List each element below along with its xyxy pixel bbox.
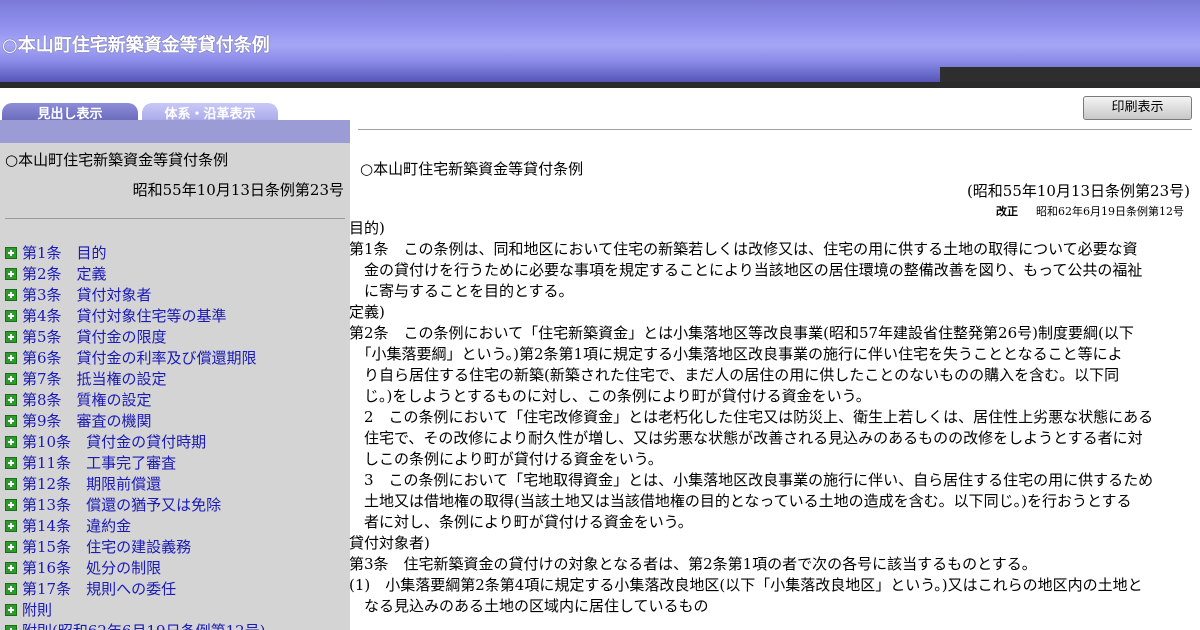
toc-item[interactable]: 附則(昭和62年6月19日条例第12号)	[5, 620, 266, 630]
toc-link[interactable]: 第16条 処分の制限	[22, 557, 161, 578]
toc-link[interactable]: 第17条 規則への委任	[22, 578, 176, 599]
toc-item[interactable]: 第12条 期限前償還	[5, 473, 266, 494]
revision-line: 改正 昭和62年6月19日条例第12号	[996, 203, 1184, 219]
toc-item[interactable]: 第2条 定義	[5, 263, 266, 284]
expand-plus-icon[interactable]	[5, 561, 17, 574]
toc-item[interactable]: 第9条 審査の機関	[5, 410, 266, 431]
toc-item[interactable]: 第3条 貸付対象者	[5, 284, 266, 305]
toc-item[interactable]: 第15条 住宅の建設義務	[5, 536, 266, 557]
body-line: なる見込みのある土地の区域内に居住しているもの	[349, 597, 709, 615]
revision-text: 昭和62年6月19日条例第12号	[1036, 205, 1184, 218]
body-line: 「小集落要綱」という。)第2条第1項に規定する小集落地区改良事業の施行に伴い住宅…	[349, 345, 1123, 363]
ordinance-body: 目的) 第1条 この条例は、同和地区において住宅の新築若しくは改修又は、住宅の用に…	[349, 218, 1194, 630]
toc-link[interactable]: 第13条 償還の猶予又は免除	[22, 494, 221, 515]
content-date: (昭和55年10月13日条例第23号)	[966, 182, 1190, 200]
body-line: に寄与することを目的とする。	[349, 282, 574, 300]
toc-link[interactable]: 第1条 目的	[22, 242, 107, 263]
expand-plus-icon[interactable]	[5, 393, 17, 406]
body-line: 土地又は借地権の取得(当該土地又は当該借地権の目的となっている土地の造成を含む。…	[349, 492, 1132, 510]
toc-link[interactable]: 第6条 貸付金の利率及び償還期限	[22, 347, 257, 368]
expand-plus-icon[interactable]	[5, 351, 17, 364]
header-title: ○本山町住宅新築資金等貸付条例	[2, 35, 270, 56]
toc-item[interactable]: 第8条 質権の設定	[5, 389, 266, 410]
body-line: 金の貸付けを行うために必要な事項を規定することにより当該地区の居住環境の整備改善…	[349, 261, 1143, 279]
body-line: 者に対し、条例により町が貸付ける資金をいう。	[349, 513, 693, 531]
print-button[interactable]: 印刷表示	[1083, 96, 1192, 120]
left-divider	[5, 218, 345, 219]
left-doc-date: 昭和55年10月13日条例第23号	[132, 181, 344, 199]
toc-item[interactable]: 第1条 目的	[5, 242, 266, 263]
expand-plus-icon[interactable]	[5, 435, 17, 448]
expand-plus-icon[interactable]	[5, 477, 17, 490]
revision-label: 改正	[996, 205, 1018, 218]
toc-link[interactable]: 第5条 貸付金の限度	[22, 326, 167, 347]
left-pane: 見出し表示 体系・沿革表示 ○本山町住宅新築資金等貸付条例 昭和55年10月13…	[0, 88, 350, 630]
toc-item[interactable]: 第13条 償還の猶予又は免除	[5, 494, 266, 515]
expand-plus-icon[interactable]	[5, 498, 17, 511]
body-line: 2 この条例において「住宅改修資金」とは老朽化した住宅又は防災上、衛生上若しくは…	[349, 408, 1154, 426]
expand-plus-icon[interactable]	[5, 372, 17, 385]
page-header: ○本山町住宅新築資金等貸付条例	[0, 0, 1200, 82]
expand-plus-icon[interactable]	[5, 540, 17, 553]
body-line: 第3条 住宅新築資金の貸付けの対象となる者は、第2条第1項の者で次の各号に該当す…	[349, 555, 1037, 573]
toc-link[interactable]: 第15条 住宅の建設義務	[22, 536, 191, 557]
content-title: ○本山町住宅新築資金等貸付条例	[360, 160, 584, 178]
toc-item[interactable]: 第10条 貸付金の貸付時期	[5, 431, 266, 452]
toc-link[interactable]: 第7条 抵当権の設定	[22, 368, 167, 389]
toc-link[interactable]: 第3条 貸付対象者	[22, 284, 152, 305]
body-line: 3 この条例において「宅地取得資金」とは、小集落地区改良事業の施行に伴い、自ら居…	[349, 471, 1154, 489]
toc-item[interactable]: 第7条 抵当権の設定	[5, 368, 266, 389]
toc-link[interactable]: 第8条 質権の設定	[22, 389, 152, 410]
toc-link[interactable]: 附則	[22, 599, 52, 620]
toc-link[interactable]: 第14条 違約金	[22, 515, 131, 536]
body-line: 貸付対象者)	[349, 534, 430, 552]
expand-plus-icon[interactable]	[5, 414, 17, 427]
toc-item[interactable]: 第14条 違約金	[5, 515, 266, 536]
body-line: しこの条例により町が貸付ける資金をいう。	[349, 450, 663, 468]
toc-list: 第1条 目的 第2条 定義 第3条 貸付対象者 第4条 貸付対象住宅等の基準 第5条 貸…	[5, 242, 266, 630]
body-line: 定義)	[349, 303, 385, 321]
expand-plus-icon[interactable]	[5, 624, 17, 630]
body-line: り自ら居住する住宅の新築(新築された住宅で、まだ人の居住の用に供したことのないも…	[349, 366, 1120, 384]
expand-plus-icon[interactable]	[5, 330, 17, 343]
tab-underline-band	[0, 120, 350, 143]
expand-plus-icon[interactable]	[5, 246, 17, 259]
expand-plus-icon[interactable]	[5, 456, 17, 469]
body-line: 第2条 この条例において「住宅新築資金」とは小集落地区等改良事業(昭和57年建設…	[349, 324, 1134, 342]
toc-item[interactable]: 第4条 貸付対象住宅等の基準	[5, 305, 266, 326]
toc-item[interactable]: 附則	[5, 599, 266, 620]
toc-link[interactable]: 第4条 貸付対象住宅等の基準	[22, 305, 227, 326]
toc-item[interactable]: 第5条 貸付金の限度	[5, 326, 266, 347]
content-divider	[358, 129, 1192, 130]
body-line: じ。)をしようとするものに対し、この条例により町が貸付ける資金をいう。	[349, 387, 871, 405]
left-doc-title: ○本山町住宅新築資金等貸付条例	[5, 151, 229, 169]
body-line: 第1条 この条例は、同和地区において住宅の新築若しくは改修又は、住宅の用に供する…	[349, 240, 1138, 258]
expand-plus-icon[interactable]	[5, 288, 17, 301]
expand-plus-icon[interactable]	[5, 309, 17, 322]
expand-plus-icon[interactable]	[5, 519, 17, 532]
body-line: (1) 小集落要綱第2条第4項に規定する小集落改良地区(以下「小集落改良地区」と…	[349, 576, 1143, 594]
toc-item[interactable]: 第16条 処分の制限	[5, 557, 266, 578]
toc-link[interactable]: 第12条 期限前償還	[22, 473, 161, 494]
toc-item[interactable]: 第17条 規則への委任	[5, 578, 266, 599]
body-line: 目的)	[349, 219, 385, 237]
toc-link[interactable]: 第2条 定義	[22, 263, 107, 284]
expand-plus-icon[interactable]	[5, 267, 17, 280]
toc-link[interactable]: 第10条 貸付金の貸付時期	[22, 431, 206, 452]
toc-item[interactable]: 第6条 貸付金の利率及び償還期限	[5, 347, 266, 368]
toc-link[interactable]: 第9条 審査の機関	[22, 410, 152, 431]
body-line: 住宅で、その改修により耐久性が増し、又は劣悪な状態が改善される見込みのあるものの…	[349, 429, 1143, 447]
expand-plus-icon[interactable]	[5, 603, 17, 616]
toc-link[interactable]: 附則(昭和62年6月19日条例第12号)	[22, 620, 266, 630]
toc-item[interactable]: 第11条 工事完了審査	[5, 452, 266, 473]
header-accent-bar	[940, 67, 1200, 82]
toc-link[interactable]: 第11条 工事完了審査	[22, 452, 176, 473]
expand-plus-icon[interactable]	[5, 582, 17, 595]
